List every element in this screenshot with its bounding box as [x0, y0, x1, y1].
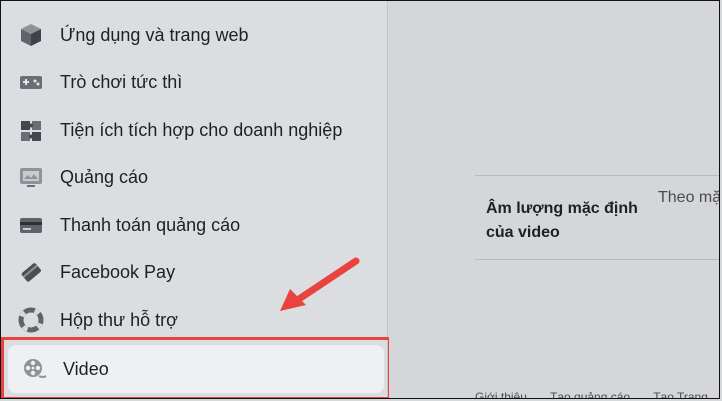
screenshot-frame: Ứng dụng và trang web Trò chơi tức thì T… [0, 0, 720, 399]
sidebar-item-instant-games[interactable]: Trò chơi tức thì [1, 62, 387, 102]
sidebar-item-business-integrations[interactable]: Tiện ích tích hợp cho doanh nghiệp [1, 110, 387, 150]
video-volume-setting-label: Âm lượng mặc định của video [486, 200, 638, 241]
sidebar-item-label: Tiện ích tích hợp cho doanh nghiệp [60, 119, 343, 140]
pointer-arrow-icon [280, 257, 360, 311]
highlight-box: Video [1, 337, 391, 398]
credit-card-icon [17, 211, 45, 239]
sidebar-item-label: Ứng dụng và trang web [60, 24, 249, 45]
footer-link-create-ad[interactable]: Tạo quảng cáo [550, 390, 630, 398]
cube-icon [17, 21, 45, 49]
sidebar-item-apps-websites[interactable]: Ứng dụng và trang web [1, 15, 387, 55]
sidebar-item-label: Thanh toán quảng cáo [60, 214, 241, 235]
divider [475, 259, 719, 260]
footer-link-about[interactable]: Giới thiệu [475, 390, 527, 398]
footer-links: Giới thiệu Tạo quảng cáo Tạo Trang [475, 390, 719, 398]
sidebar-item-ad-payments[interactable]: Thanh toán quảng cáo [1, 205, 387, 245]
gamepad-icon [17, 68, 45, 96]
sidebar-item-label: Quảng cáo [60, 166, 149, 187]
sidebar-item-video[interactable]: Video [8, 345, 384, 393]
footer-link-create-page[interactable]: Tạo Trang [653, 390, 708, 398]
sidebar-item-label: Hộp thư hỗ trợ [60, 309, 178, 330]
sidebar-item-label: Facebook Pay [60, 261, 176, 282]
lifebuoy-icon [17, 306, 45, 334]
sidebar-item-label: Video [63, 358, 109, 379]
sidebar-item-label: Trò chơi tức thì [60, 71, 183, 92]
divider [475, 175, 719, 176]
ad-monitor-icon [17, 163, 45, 191]
pay-tag-icon [17, 258, 45, 286]
sidebar-item-ads[interactable]: Quảng cáo [1, 157, 387, 197]
video-volume-setting-value[interactable]: Theo mặ [658, 189, 719, 207]
puzzle-icon [17, 116, 45, 144]
film-reel-icon [20, 355, 48, 383]
